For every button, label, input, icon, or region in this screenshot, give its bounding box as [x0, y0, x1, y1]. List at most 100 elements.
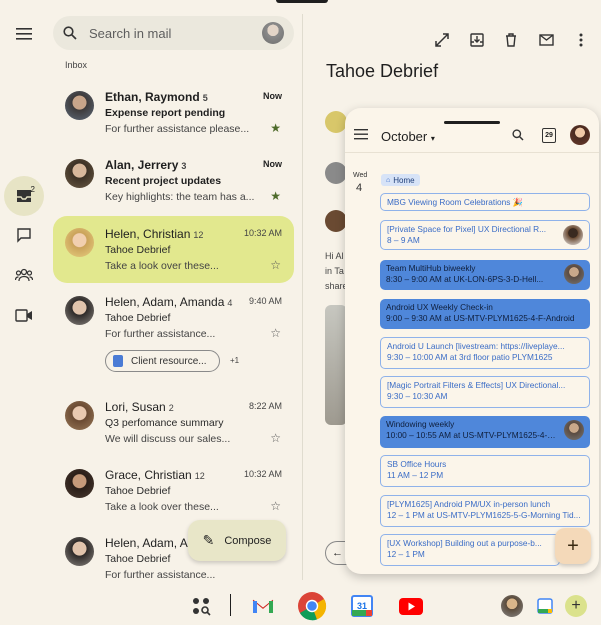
- account-avatar[interactable]: [570, 125, 590, 145]
- email-row[interactable]: Helen, Adam, Amanda 4 9:40 AM Tahoe Debri…: [53, 284, 294, 380]
- avatar: [65, 469, 94, 498]
- event-title: MBG Viewing Room Celebrations 🎉: [387, 197, 524, 207]
- calendar-event[interactable]: [UX Workshop] Building out a purpose-b..…: [380, 534, 560, 566]
- event-title: Team MultiHub biweekly: [386, 263, 476, 273]
- sender-name: Helen, Adam, Ar: [105, 536, 192, 550]
- email-row[interactable]: Lori, Susan 2 8:22 AM Q3 perfomance summa…: [53, 389, 294, 456]
- day-of-week: Wed: [353, 172, 368, 179]
- spaces-icon[interactable]: [6, 257, 42, 293]
- avatar: [325, 162, 347, 184]
- avatar: [325, 111, 347, 133]
- mail-nav-button[interactable]: 2: [4, 176, 44, 216]
- email-subject: Tahoe Debrief: [105, 485, 171, 497]
- email-time: Now: [263, 91, 282, 101]
- event-time: 9:30 – 10:30 AM: [387, 391, 448, 401]
- mark-unread-icon[interactable]: [536, 30, 556, 50]
- email-time: 8:22 AM: [248, 401, 282, 411]
- email-snippet: For further assistance please...: [105, 123, 250, 135]
- star-icon[interactable]: ★: [270, 121, 281, 135]
- search-placeholder: Search in mail: [89, 25, 172, 41]
- email-body-text: in Ta: [325, 266, 344, 276]
- event-title: [Private Space for Pixel] UX Directional…: [387, 224, 547, 234]
- sender-name: Ethan, Raymond: [105, 90, 200, 104]
- star-outline-icon[interactable]: ☆: [270, 499, 281, 513]
- window-drag-handle[interactable]: [444, 121, 500, 124]
- new-event-button[interactable]: +: [555, 528, 591, 564]
- calendar-event[interactable]: Windowing weekly 10:00 – 10:55 AM at US-…: [380, 416, 590, 448]
- email-subject: Recent project updates: [105, 175, 222, 187]
- search-icon: [63, 26, 77, 40]
- event-time: 9:00 – 9:30 AM at US-MTV-PLYM1625-4-F-An…: [386, 313, 575, 323]
- gmail-icon[interactable]: [248, 591, 278, 621]
- today-icon[interactable]: 29: [542, 128, 556, 143]
- event-time: 12 – 1 PM at US-MTV-PLYM1625-5-G-Morning…: [387, 510, 581, 520]
- dropdown-icon: ▾: [430, 134, 435, 143]
- event-title: Android UX Weekly Check-in: [386, 302, 493, 312]
- star-outline-icon[interactable]: ☆: [270, 258, 281, 272]
- calendar-event[interactable]: [Private Space for Pixel] UX Directional…: [380, 220, 590, 250]
- month-selector[interactable]: October ▾: [381, 129, 435, 144]
- email-sender: Helen, Adam, Amanda 4: [105, 295, 232, 309]
- calendar-event[interactable]: [PLYM1625] Android PM/UX in-person lunch…: [380, 495, 590, 527]
- email-sender: Helen, Christian 12: [105, 227, 203, 241]
- document-icon: [113, 355, 123, 367]
- working-location-chip[interactable]: ⌂ Home: [381, 174, 420, 186]
- email-image: [325, 305, 347, 425]
- calendar-event[interactable]: MBG Viewing Room Celebrations 🎉: [380, 193, 590, 211]
- calendar-window[interactable]: October ▾ 29 Wed 4 ⌂ Home MBG Viewing Roo…: [345, 108, 599, 574]
- event-title: SB Office Hours: [387, 459, 447, 469]
- video-icon[interactable]: [6, 297, 42, 333]
- email-row[interactable]: Grace, Christian 12 10:32 AM Tahoe Debrie…: [53, 457, 294, 524]
- calendar-menu-icon[interactable]: [354, 127, 368, 145]
- attachment-name: Client resource...: [131, 355, 207, 367]
- thread-count: 12: [194, 471, 205, 481]
- calendar-app-icon[interactable]: 31: [347, 591, 377, 621]
- chrome-icon[interactable]: [296, 590, 328, 622]
- thread-count: 12: [193, 230, 204, 240]
- home-icon: ⌂: [386, 176, 391, 184]
- delete-icon[interactable]: [501, 30, 521, 50]
- user-avatar[interactable]: [497, 591, 527, 621]
- compose-button[interactable]: ✎ Compose: [188, 520, 286, 561]
- sender-name: Helen, Adam, Amanda: [105, 295, 225, 309]
- email-snippet: Take a look over these...: [105, 260, 219, 272]
- event-title: [UX Workshop] Building out a purpose-b..…: [387, 538, 542, 548]
- email-time: 10:32 AM: [243, 469, 282, 479]
- location-label: Home: [393, 175, 415, 185]
- email-row[interactable]: Alan, Jerrery 3 Now Recent project update…: [53, 147, 294, 214]
- event-time: 8 – 9 AM: [387, 235, 420, 245]
- avatar: [564, 420, 584, 440]
- compose-label: Compose: [224, 534, 272, 547]
- star-icon[interactable]: ★: [270, 189, 281, 203]
- search-bar[interactable]: Search in mail: [53, 16, 294, 50]
- event-title: [PLYM1625] Android PM/UX in-person lunch: [387, 499, 551, 509]
- calendar-event[interactable]: SB Office Hours 11 AM – 12 PM: [380, 455, 590, 487]
- email-row-selected[interactable]: Helen, Christian 12 10:32 AM Tahoe Debrie…: [53, 216, 294, 283]
- calendar-event[interactable]: Android UX Weekly Check-in 9:00 – 9:30 A…: [380, 299, 590, 329]
- archive-icon[interactable]: [467, 30, 487, 50]
- calendar-event[interactable]: Team MultiHub biweekly 8:30 – 9:00 AM at…: [380, 260, 590, 290]
- email-sender: Grace, Christian 12: [105, 468, 205, 482]
- day-of-month: 4: [356, 182, 363, 194]
- email-snippet: For further assistance...: [105, 569, 216, 581]
- add-icon[interactable]: +: [561, 591, 591, 621]
- search-icon[interactable]: [512, 128, 524, 146]
- more-vert-icon[interactable]: [571, 30, 591, 50]
- chat-icon[interactable]: [6, 217, 42, 253]
- email-row[interactable]: Ethan, Raymond 5 Now Expense report pendi…: [53, 79, 294, 146]
- thread-count: 5: [202, 93, 208, 103]
- calendar-status-icon[interactable]: [530, 591, 560, 621]
- star-outline-icon[interactable]: ☆: [270, 431, 281, 445]
- attachment-chip[interactable]: Client resource...: [105, 350, 220, 372]
- expand-icon[interactable]: [432, 30, 452, 50]
- menu-icon[interactable]: [6, 16, 42, 52]
- youtube-icon[interactable]: [396, 591, 426, 621]
- calendar-event[interactable]: [Magic Portrait Filters & Effects] UX Di…: [380, 376, 590, 408]
- email-body-text: Hi Al: [325, 251, 344, 261]
- calendar-event[interactable]: Android U Launch [livestream: https://li…: [380, 337, 590, 369]
- account-avatar[interactable]: [262, 22, 284, 44]
- star-outline-icon[interactable]: ☆: [270, 326, 281, 340]
- pane-divider[interactable]: [302, 14, 303, 580]
- app-launcher-icon[interactable]: [186, 591, 216, 621]
- email-detail-title: Tahoe Debrief: [326, 61, 439, 81]
